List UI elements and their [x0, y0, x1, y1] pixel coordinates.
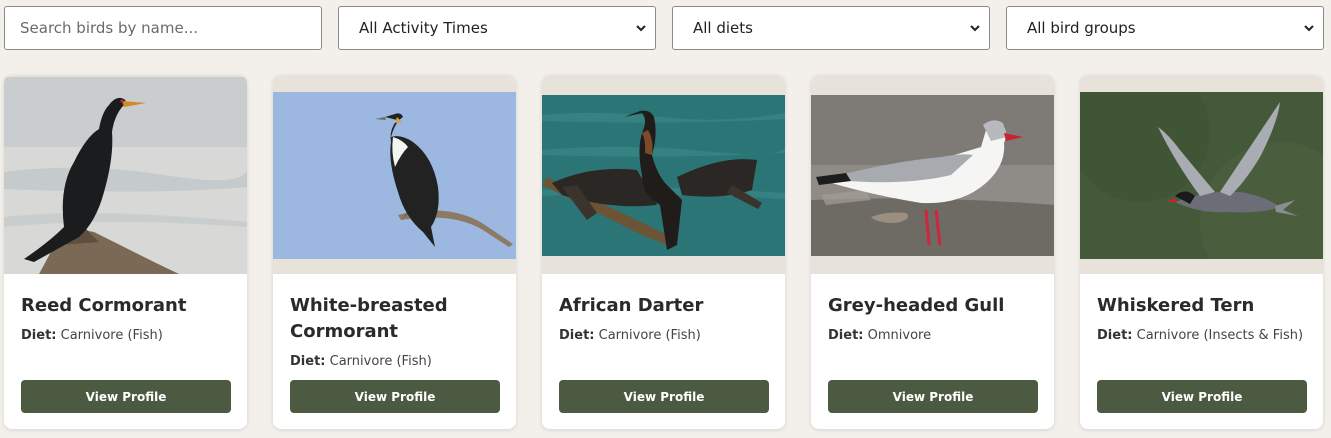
bird-name: Whiskered Tern	[1097, 295, 1255, 316]
bird-card: White-breasted Cormorant Diet: Carnivore…	[273, 75, 516, 429]
white-breasted-cormorant-photo	[273, 92, 516, 259]
diet-value: Carnivore (Fish)	[329, 354, 432, 369]
bird-card: Whiskered Tern Diet: Carnivore (Insects …	[1080, 75, 1323, 429]
diet-value: Omnivore	[867, 328, 932, 343]
diet-label: Diet:	[828, 328, 864, 343]
bird-card: African Darter Diet: Carnivore (Fish) Vi…	[542, 75, 785, 429]
diet-label: Diet:	[559, 328, 595, 343]
bird-image-frame	[4, 75, 247, 274]
chevron-down-icon	[636, 25, 646, 32]
view-profile-button[interactable]: View Profile	[21, 380, 231, 413]
bird-card: Reed Cormorant Diet: Carnivore (Fish) Vi…	[4, 75, 247, 429]
bird-image-frame	[811, 75, 1054, 274]
bird-group-select[interactable]: All bird groups	[1006, 6, 1324, 50]
diet-select-value: All diets	[693, 19, 753, 37]
bird-image-frame	[1080, 75, 1323, 274]
diet-value: Carnivore (Insects & Fish)	[1136, 328, 1304, 343]
bird-name: Reed Cormorant	[21, 295, 187, 316]
diet-value: Carnivore (Fish)	[60, 328, 163, 343]
bird-image-frame	[273, 75, 516, 274]
bird-diet: Diet: Omnivore	[828, 328, 1043, 343]
reed-cormorant-photo	[4, 77, 247, 274]
grey-headed-gull-photo	[811, 95, 1054, 256]
bird-card: Grey-headed Gull Diet: Omnivore View Pro…	[811, 75, 1054, 429]
bird-diet: Diet: Carnivore (Insects & Fish)	[1097, 328, 1312, 343]
african-darter-photo	[542, 95, 785, 256]
diet-select[interactable]: All diets	[672, 6, 990, 50]
bird-card-grid: Reed Cormorant Diet: Carnivore (Fish) Vi…	[4, 75, 1323, 429]
bird-group-select-value: All bird groups	[1027, 19, 1136, 37]
diet-label: Diet:	[290, 354, 326, 369]
diet-label: Diet:	[21, 328, 57, 343]
bird-diet: Diet: Carnivore (Fish)	[21, 328, 236, 343]
bird-diet: Diet: Carnivore (Fish)	[290, 354, 505, 369]
bird-diet: Diet: Carnivore (Fish)	[559, 328, 774, 343]
chevron-down-icon	[1304, 25, 1314, 32]
view-profile-button[interactable]: View Profile	[1097, 380, 1307, 413]
whiskered-tern-photo	[1080, 92, 1323, 259]
bird-name: White-breasted Cormorant	[290, 295, 448, 342]
view-profile-button[interactable]: View Profile	[828, 380, 1038, 413]
bird-name: African Darter	[559, 295, 704, 316]
diet-label: Diet:	[1097, 328, 1133, 343]
view-profile-button[interactable]: View Profile	[290, 380, 500, 413]
filter-bar: All Activity Times All diets All bird gr…	[4, 6, 1324, 50]
bird-name: Grey-headed Gull	[828, 295, 1005, 316]
diet-value: Carnivore (Fish)	[598, 328, 701, 343]
activity-time-select[interactable]: All Activity Times	[338, 6, 656, 50]
chevron-down-icon	[970, 25, 980, 32]
activity-time-select-value: All Activity Times	[359, 19, 488, 37]
search-input[interactable]	[4, 6, 322, 50]
bird-image-frame	[542, 75, 785, 274]
view-profile-button[interactable]: View Profile	[559, 380, 769, 413]
